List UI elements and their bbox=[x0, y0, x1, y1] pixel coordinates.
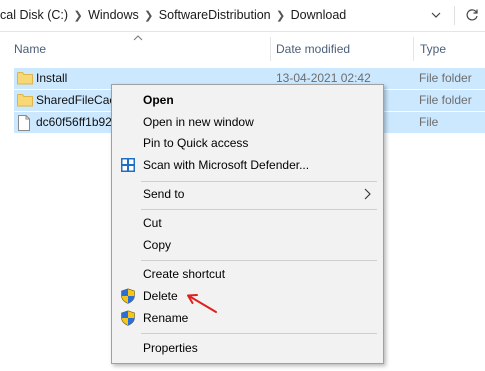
breadcrumb-separator-icon[interactable]: ❯ bbox=[68, 9, 88, 22]
breadcrumb-download[interactable]: Download bbox=[291, 8, 347, 22]
folder-icon bbox=[17, 94, 33, 107]
file-date: 13-04-2021 02:42 bbox=[276, 71, 371, 85]
chevron-down-icon bbox=[431, 12, 441, 18]
folder-icon bbox=[17, 72, 33, 85]
menu-item-scan-defender[interactable]: Scan with Microsoft Defender... bbox=[112, 154, 383, 176]
column-header-name[interactable]: Name bbox=[14, 42, 46, 56]
address-divider bbox=[454, 6, 455, 25]
chevron-right-icon bbox=[364, 188, 371, 200]
menu-item-label: Open bbox=[143, 93, 174, 107]
uac-shield-icon bbox=[121, 310, 135, 326]
menu-item-open-new-window[interactable]: Open in new window bbox=[112, 111, 383, 133]
breadcrumb-separator-icon[interactable]: ❯ bbox=[139, 9, 159, 22]
file-name: dc60f56ff1b92 bbox=[36, 115, 112, 129]
menu-item-label: Pin to Quick access bbox=[143, 136, 249, 150]
menu-item-label: Copy bbox=[143, 238, 172, 252]
menu-item-properties[interactable]: Properties bbox=[112, 337, 383, 359]
file-type: File folder bbox=[419, 71, 472, 85]
menu-item-label: Properties bbox=[143, 341, 198, 355]
breadcrumb-separator-icon[interactable]: ❯ bbox=[271, 9, 291, 22]
menu-item-copy[interactable]: Copy bbox=[112, 234, 383, 256]
breadcrumb: cal Disk (C:) ❯ Windows ❯ SoftwareDistri… bbox=[0, 8, 346, 22]
breadcrumb-softwaredistribution[interactable]: SoftwareDistribution bbox=[159, 8, 271, 22]
menu-item-label: Create shortcut bbox=[143, 267, 226, 281]
file-icon bbox=[18, 115, 30, 131]
menu-separator bbox=[141, 181, 377, 182]
file-name: SharedFileCac bbox=[36, 93, 116, 107]
address-bar[interactable]: cal Disk (C:) ❯ Windows ❯ SoftwareDistri… bbox=[0, 0, 485, 32]
column-divider[interactable] bbox=[270, 37, 271, 61]
address-dropdown-button[interactable] bbox=[426, 5, 446, 25]
column-header-date-modified[interactable]: Date modified bbox=[276, 42, 350, 56]
menu-item-label: Open in new window bbox=[143, 115, 254, 129]
uac-shield-icon bbox=[121, 288, 135, 304]
menu-item-delete[interactable]: Delete bbox=[112, 285, 383, 307]
defender-shield-icon bbox=[121, 158, 135, 172]
menu-item-rename[interactable]: Rename bbox=[112, 307, 383, 329]
refresh-icon bbox=[466, 9, 478, 21]
file-type: File bbox=[419, 115, 439, 129]
refresh-button[interactable] bbox=[462, 5, 482, 25]
menu-item-send-to[interactable]: Send to bbox=[112, 183, 383, 205]
file-type: File folder bbox=[419, 93, 472, 107]
column-divider[interactable] bbox=[413, 37, 414, 61]
file-name: Install bbox=[36, 71, 68, 85]
menu-separator bbox=[141, 209, 377, 210]
context-menu: Open Open in new window Pin to Quick acc… bbox=[111, 84, 384, 364]
menu-item-open[interactable]: Open bbox=[112, 89, 383, 111]
menu-item-label: Send to bbox=[143, 187, 185, 201]
annotation-arrow-icon bbox=[187, 294, 217, 313]
breadcrumb-windows[interactable]: Windows bbox=[88, 8, 139, 22]
menu-separator bbox=[141, 333, 377, 334]
sort-ascending-icon bbox=[133, 35, 143, 41]
breadcrumb-local-disk[interactable]: cal Disk (C:) bbox=[0, 8, 68, 22]
menu-item-label: Cut bbox=[143, 216, 162, 230]
menu-item-cut[interactable]: Cut bbox=[112, 212, 383, 234]
menu-item-pin-quick-access[interactable]: Pin to Quick access bbox=[112, 132, 383, 154]
menu-item-create-shortcut[interactable]: Create shortcut bbox=[112, 263, 383, 285]
menu-separator bbox=[141, 260, 377, 261]
column-header-type[interactable]: Type bbox=[420, 42, 446, 56]
menu-item-label: Scan with Microsoft Defender... bbox=[143, 158, 310, 172]
column-headers: Name Date modified Type bbox=[0, 33, 485, 65]
menu-item-label: Delete bbox=[143, 289, 178, 303]
